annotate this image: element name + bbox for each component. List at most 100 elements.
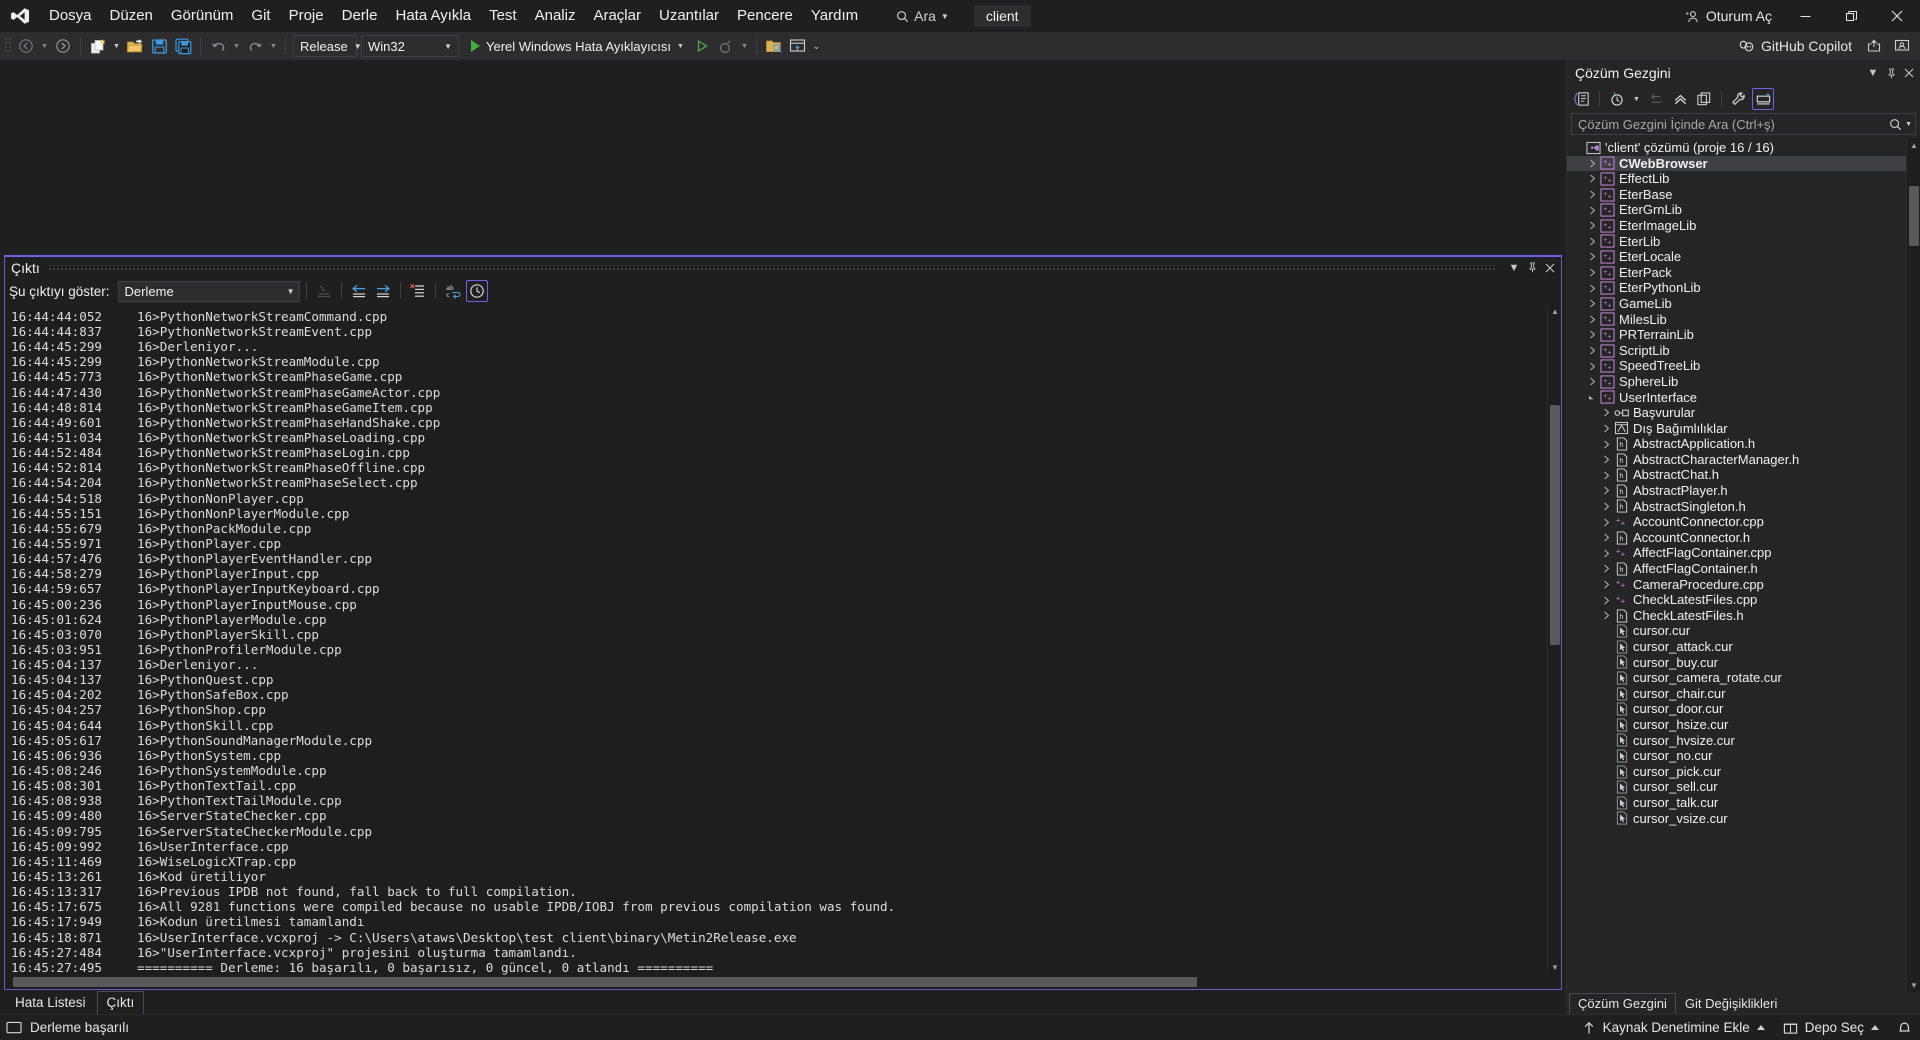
chevron-right-icon[interactable] [1599, 486, 1613, 495]
redo-dropdown[interactable]: ▼ [267, 34, 280, 58]
preview-selected-items-button[interactable] [1752, 88, 1774, 110]
tree-item[interactable]: Dış Bağımlılıklar [1567, 421, 1906, 437]
chevron-right-icon[interactable] [1599, 408, 1613, 417]
menu-item-duzen[interactable]: Düzen [101, 0, 162, 32]
tree-item[interactable]: h AffectFlagContainer.h [1567, 561, 1906, 577]
properties-button[interactable] [1728, 88, 1750, 110]
select-repository-button[interactable]: Depo Seç [1783, 1020, 1879, 1035]
chevron-right-icon[interactable] [1585, 252, 1599, 261]
tree-item[interactable]: h AbstractChat.h [1567, 467, 1906, 483]
menu-item-gorunum[interactable]: Görünüm [162, 0, 243, 32]
tree-item[interactable]: cursor.cur [1567, 623, 1906, 639]
menu-item-git[interactable]: Git [242, 0, 279, 32]
output-window-menu-button[interactable]: ▼ [1505, 259, 1523, 277]
collapse-all-button[interactable] [1669, 88, 1691, 110]
sync-with-active-document-button[interactable] [1645, 88, 1667, 110]
menu-item-analiz[interactable]: Analiz [526, 0, 585, 32]
tree-item[interactable]: + + MilesLib [1567, 312, 1906, 328]
chevron-right-icon[interactable] [1599, 611, 1613, 620]
minimize-button[interactable] [1782, 0, 1828, 32]
chevron-right-icon[interactable] [1599, 518, 1613, 527]
tree-item[interactable]: cursor_talk.cur [1567, 795, 1906, 811]
tree-item[interactable]: h AbstractSingleton.h [1567, 499, 1906, 515]
chevron-right-icon[interactable] [1585, 174, 1599, 183]
chevron-right-icon[interactable] [1585, 330, 1599, 339]
menu-item-proje[interactable]: Proje [280, 0, 333, 32]
tab-git-degisiklikleri[interactable]: Git Değişiklikleri [1677, 994, 1785, 1014]
toolbar-grip[interactable] [4, 36, 14, 56]
tree-item[interactable]: + + EterLocale [1567, 249, 1906, 265]
solution-tree-items[interactable]: 'client' çözümü (proje 16 / 16) + + CWebBro… [1567, 138, 1906, 992]
start-debugging-button[interactable]: Yerel Windows Hata Ayıklayıcısı ▼ [465, 34, 690, 58]
tree-item[interactable]: + + EterBase [1567, 187, 1906, 203]
tab-cikti[interactable]: Çıktı [96, 991, 145, 1014]
hot-reload-button[interactable] [714, 34, 738, 58]
output-pin-button[interactable] [1523, 259, 1541, 277]
go-to-message-button[interactable] [313, 280, 335, 302]
tree-item[interactable]: h AbstractCharacterManager.h [1567, 452, 1906, 468]
chevron-right-icon[interactable] [1585, 377, 1599, 386]
tree-item[interactable]: h AccountConnector.h [1567, 530, 1906, 546]
scroll-down-arrow-icon[interactable]: ▼ [1907, 978, 1920, 992]
add-to-source-control-button[interactable]: Kaynak Denetimine Ekle [1582, 1020, 1765, 1035]
output-close-button[interactable] [1541, 259, 1559, 277]
toggle-word-wrap-button[interactable]: ab c [442, 280, 464, 302]
tree-item[interactable]: + + PRTerrainLib [1567, 327, 1906, 343]
tab-cozum-gezgini[interactable]: Çözüm Gezgini [1569, 993, 1676, 1014]
solution-tree[interactable]: 'client' çözümü (proje 16 / 16) + + CWebBro… [1567, 138, 1920, 992]
hot-reload-dropdown[interactable]: ▼ [738, 34, 751, 58]
tree-item[interactable]: + + SpeedTreeLib [1567, 358, 1906, 374]
navigate-forward-button[interactable] [51, 34, 75, 58]
save-button[interactable] [147, 34, 171, 58]
tree-item[interactable]: h CheckLatestFiles.h [1567, 608, 1906, 624]
chevron-right-icon[interactable] [1585, 206, 1599, 215]
menu-item-pencere[interactable]: Pencere [728, 0, 802, 32]
tree-item[interactable]: + + EterPythonLib [1567, 280, 1906, 296]
open-file-button[interactable] [123, 34, 147, 58]
go-to-next-message-button[interactable] [372, 280, 394, 302]
tree-item[interactable]: + + EffectLib [1567, 171, 1906, 187]
go-to-previous-message-button[interactable] [348, 280, 370, 302]
tree-item[interactable]: + + CameraProcedure.cpp [1567, 577, 1906, 593]
tree-item[interactable]: cursor_sell.cur [1567, 779, 1906, 795]
tree-item[interactable]: cursor_attack.cur [1567, 639, 1906, 655]
solution-root-item[interactable]: 'client' çözümü (proje 16 / 16) [1567, 140, 1906, 156]
solution-platform-combo[interactable]: Win32 ▼ [361, 35, 459, 57]
start-without-debugging-button[interactable] [690, 34, 714, 58]
tree-item[interactable]: cursor_no.cur [1567, 748, 1906, 764]
tree-item[interactable]: + + ScriptLib [1567, 343, 1906, 359]
tree-item[interactable]: h AbstractPlayer.h [1567, 483, 1906, 499]
tree-item[interactable]: cursor_hvsize.cur [1567, 733, 1906, 749]
menu-item-uzantilar[interactable]: Uzantılar [650, 0, 728, 32]
solution-name-chip[interactable]: client [973, 5, 1031, 27]
tree-item[interactable]: + + EterPack [1567, 265, 1906, 281]
solution-explorer-view-code-button[interactable] [1571, 88, 1593, 110]
chevron-right-icon[interactable] [1585, 221, 1599, 230]
feedback-button[interactable] [1890, 34, 1914, 58]
tab-hata-listesi[interactable]: Hata Listesi [6, 992, 95, 1014]
tree-item[interactable]: Başvurular [1567, 405, 1906, 421]
chevron-right-icon[interactable] [1585, 315, 1599, 324]
output-source-combo[interactable]: Derleme ▼ [117, 280, 300, 302]
chevron-right-icon[interactable] [1585, 299, 1599, 308]
chevron-right-icon[interactable] [1585, 159, 1599, 168]
tree-item[interactable]: cursor_vsize.cur [1567, 811, 1906, 827]
github-copilot-button[interactable]: GitHub Copilot [1732, 34, 1858, 58]
search-icon-group[interactable]: ▼ [1889, 118, 1912, 131]
pending-changes-filter-button[interactable] [1606, 88, 1628, 110]
chevron-right-icon[interactable] [1599, 455, 1613, 464]
solution-explorer-menu-button[interactable]: ▼ [1864, 64, 1882, 82]
chevron-right-icon[interactable] [1599, 424, 1613, 433]
tree-item[interactable]: cursor_pick.cur [1567, 764, 1906, 780]
menu-item-hata-ayikla[interactable]: Hata Ayıkla [386, 0, 480, 32]
sign-in-button[interactable]: Oturum Aç [1675, 0, 1782, 32]
new-item-button[interactable] [86, 34, 110, 58]
chevron-right-icon[interactable] [1599, 533, 1613, 542]
notifications-button[interactable] [1897, 1020, 1912, 1035]
scroll-up-arrow-icon[interactable]: ▲ [1548, 305, 1562, 319]
clear-all-button[interactable] [407, 280, 429, 302]
chevron-right-icon[interactable] [1585, 237, 1599, 246]
show-all-files-button[interactable] [762, 34, 786, 58]
menu-item-derle[interactable]: Derle [333, 0, 387, 32]
output-text-area[interactable]: 16:44:44:052 16>PythonNetworkStreamComman… [5, 304, 1562, 975]
